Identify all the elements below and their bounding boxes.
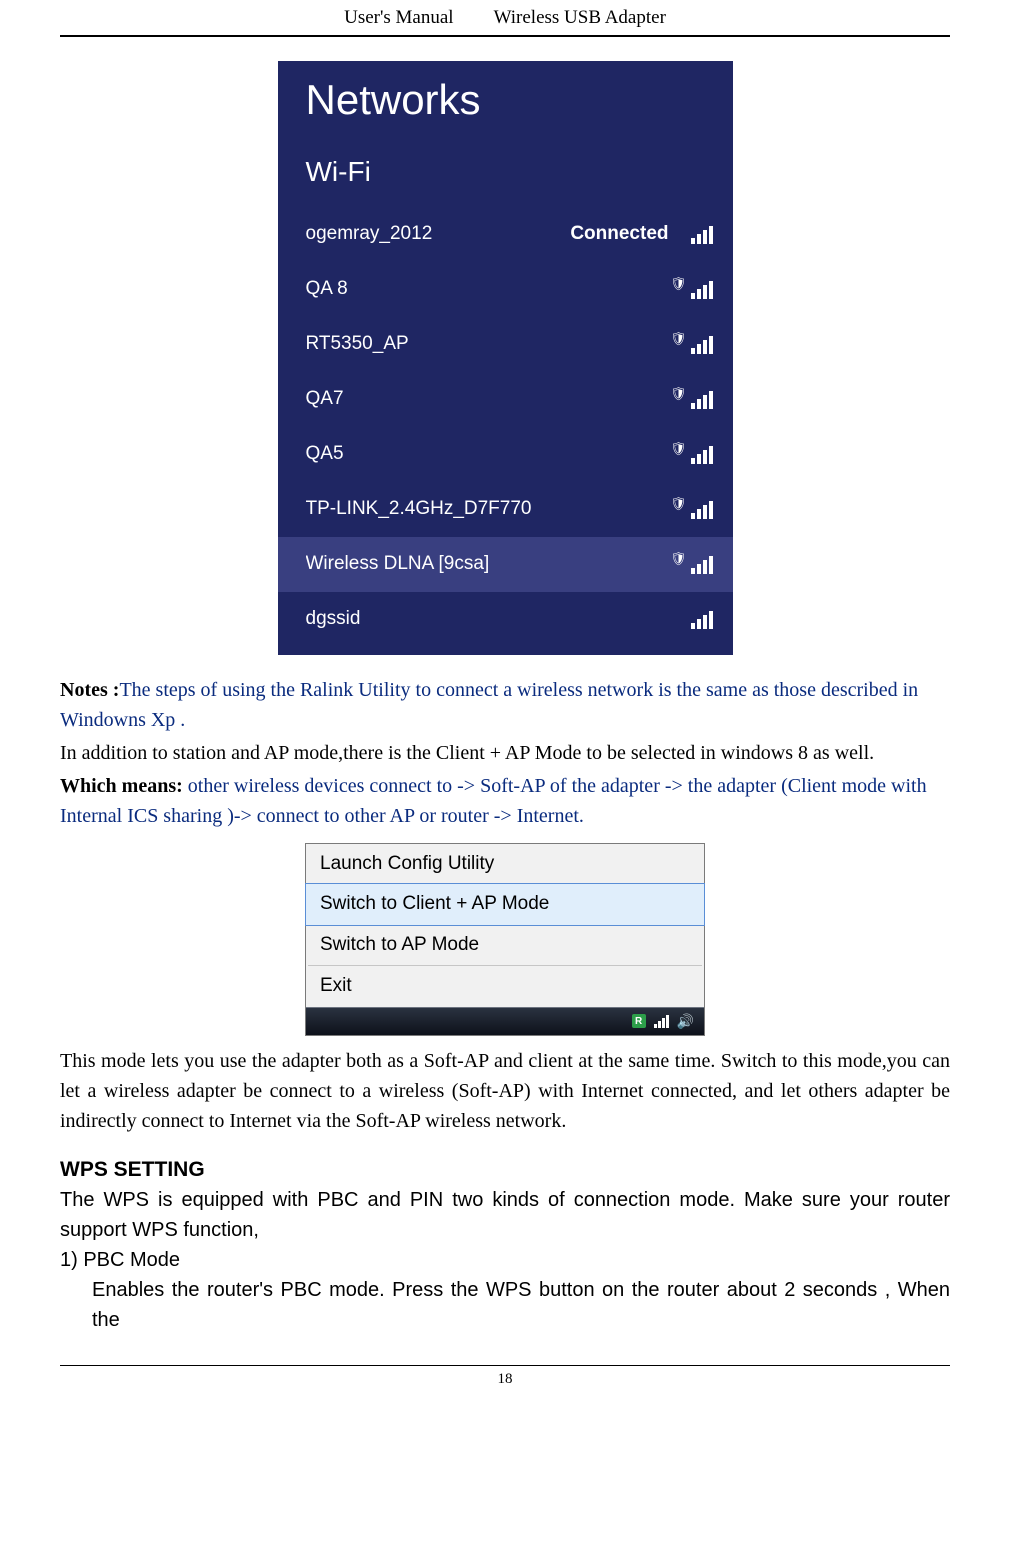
network-name: TP-LINK_2.4GHz_D7F770 bbox=[306, 495, 670, 524]
which-label: Which means: bbox=[60, 775, 183, 797]
context-menu-item[interactable]: Exit bbox=[306, 966, 704, 1007]
network-list: ogemray_2012ConnectedQA 8🛡RT5350_AP🛡QA7🛡… bbox=[278, 207, 733, 647]
network-row[interactable]: QA 8🛡 bbox=[278, 262, 733, 317]
header-right: Wireless USB Adapter bbox=[494, 7, 666, 28]
header-left: User's Manual bbox=[344, 7, 453, 28]
signal-icon: 🛡 bbox=[670, 334, 713, 354]
addition-text: In addition to station and AP mode,there… bbox=[60, 738, 950, 768]
signal-icon: 🛡 bbox=[670, 444, 713, 464]
networks-panel: Networks Wi-Fi ogemray_2012ConnectedQA 8… bbox=[278, 61, 733, 655]
after-menu-paragraph: This mode lets you use the adapter both … bbox=[60, 1046, 950, 1136]
context-menu: Launch Config UtilitySwitch to Client + … bbox=[305, 843, 705, 1036]
network-row[interactable]: ogemray_2012Connected bbox=[278, 207, 733, 262]
lock-shield-icon: 🛡 bbox=[670, 439, 687, 459]
notes-text: The steps of using the Ralink Utility to… bbox=[60, 679, 918, 731]
network-name: Wireless DLNA [9csa] bbox=[306, 550, 670, 579]
page-header: User's Manual Wireless USB Adapter bbox=[60, 4, 950, 37]
network-name: dgssid bbox=[306, 605, 691, 634]
networks-title: Networks bbox=[306, 79, 733, 121]
which-text: other wireless devices connect to -> Sof… bbox=[60, 775, 927, 827]
lock-shield-icon: 🛡 bbox=[670, 549, 687, 569]
taskbar: R 🔊 bbox=[306, 1007, 704, 1035]
context-menu-item[interactable]: Switch to Client + AP Mode bbox=[305, 883, 705, 926]
signal-icon bbox=[691, 609, 713, 629]
lock-shield-icon: 🛡 bbox=[670, 274, 687, 294]
wps-pbc-text: Enables the router's PBC mode. Press the… bbox=[92, 1275, 950, 1335]
connected-label: Connected bbox=[570, 220, 668, 249]
signal-icon bbox=[691, 224, 713, 244]
network-name: QA7 bbox=[306, 385, 670, 414]
body-text-block: Notes :The steps of using the Ralink Uti… bbox=[60, 675, 950, 831]
wifi-heading: Wi-Fi bbox=[306, 151, 733, 193]
lock-shield-icon: 🛡 bbox=[670, 384, 687, 404]
context-menu-item[interactable]: Switch to AP Mode bbox=[306, 925, 704, 966]
network-name: QA 8 bbox=[306, 275, 670, 304]
wps-heading: WPS SETTING bbox=[60, 1154, 950, 1186]
network-name: RT5350_AP bbox=[306, 330, 670, 359]
signal-tray-icon[interactable] bbox=[654, 1015, 669, 1028]
network-name: QA5 bbox=[306, 440, 670, 469]
lock-shield-icon: 🛡 bbox=[670, 494, 687, 514]
sound-tray-icon[interactable]: 🔊 bbox=[677, 1011, 694, 1032]
network-row[interactable]: QA7🛡 bbox=[278, 372, 733, 427]
lock-shield-icon: 🛡 bbox=[670, 329, 687, 349]
wps-pbc-label: 1) PBC Mode bbox=[60, 1245, 950, 1275]
signal-icon: 🛡 bbox=[670, 499, 713, 519]
network-row[interactable]: RT5350_AP🛡 bbox=[278, 317, 733, 372]
network-row[interactable]: Wireless DLNA [9csa]🛡 bbox=[278, 537, 733, 592]
network-row[interactable]: TP-LINK_2.4GHz_D7F770🛡 bbox=[278, 482, 733, 537]
network-row[interactable]: QA5🛡 bbox=[278, 427, 733, 482]
network-row[interactable]: dgssid bbox=[278, 592, 733, 647]
network-name: ogemray_2012 bbox=[306, 220, 571, 249]
wps-paragraph-1: The WPS is equipped with PBC and PIN two… bbox=[60, 1185, 950, 1245]
context-menu-item[interactable]: Launch Config Utility bbox=[306, 844, 704, 885]
signal-icon: 🛡 bbox=[670, 389, 713, 409]
page-number: 18 bbox=[60, 1365, 950, 1391]
ralink-tray-icon[interactable]: R bbox=[632, 1014, 646, 1028]
notes-label: Notes : bbox=[60, 679, 119, 701]
signal-icon: 🛡 bbox=[670, 279, 713, 299]
signal-icon: 🛡 bbox=[670, 554, 713, 574]
